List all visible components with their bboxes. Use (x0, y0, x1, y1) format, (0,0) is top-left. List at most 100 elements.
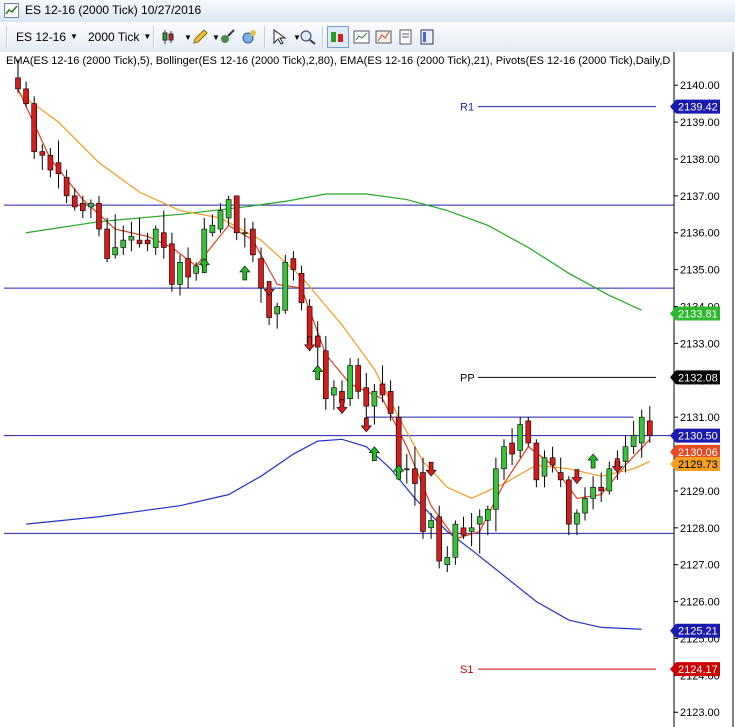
candle-body (646, 420, 653, 436)
candle-body (152, 228, 159, 248)
interval-label: 2000 Tick (88, 29, 140, 44)
candle-body (136, 239, 143, 245)
candle-body (331, 387, 337, 396)
candle-body (177, 261, 183, 285)
price-tick-label: 2127.00 (680, 560, 720, 572)
candle-body (47, 154, 54, 171)
price-tick-label: 2135.00 (680, 265, 720, 277)
price-tick-label: 2131.00 (680, 412, 720, 424)
candle-body (250, 228, 256, 256)
price-label-text: 2139.42 (678, 102, 718, 114)
candle-body (493, 468, 499, 510)
properties-icon (399, 29, 412, 45)
candle[interactable] (525, 417, 532, 447)
chart-trader-button[interactable] (327, 26, 349, 48)
candle-body (590, 486, 596, 499)
candle-body (355, 365, 362, 392)
candle-body (55, 162, 62, 175)
toolbar-separator (322, 26, 324, 48)
candle-body (379, 383, 386, 396)
price-chart[interactable]: R1PPS1 2123.002124.002125.002126.002127.… (0, 52, 735, 727)
price-label-text: 2125.21 (678, 626, 718, 638)
title-bar: ES 12-16 (2000 Tick) 10/27/2016 (0, 0, 735, 23)
price-label: 2124.17 (670, 662, 720, 677)
candle-body (290, 258, 297, 270)
candle-body (630, 435, 637, 447)
candle-body (322, 350, 329, 400)
candle[interactable] (282, 254, 289, 314)
candle-body (169, 243, 175, 285)
pencil-icon (193, 29, 208, 44)
candle-body (606, 468, 613, 492)
templates-button[interactable] (418, 27, 438, 47)
candle-body (371, 391, 378, 407)
price-tick-label: 2140.00 (680, 80, 720, 92)
price-label: 2125.21 (670, 623, 720, 638)
candle-body (233, 195, 240, 234)
price-tick-label: 2137.00 (680, 191, 720, 203)
chart-trader-icon (331, 32, 343, 42)
indicator-info-line: EMA(ES 12-16 (2000 Tick),5), Bollinger(E… (6, 55, 670, 67)
bar-type-button[interactable] (160, 27, 180, 47)
candle-body (144, 239, 151, 245)
chart-style-button[interactable] (374, 27, 394, 47)
candle-body (347, 365, 353, 400)
candle-body (412, 468, 418, 484)
price-label-text: 2130.50 (678, 431, 718, 443)
candle-body (557, 472, 564, 481)
candle-body (509, 442, 515, 455)
candle-body (460, 527, 467, 536)
candle-body (242, 232, 248, 235)
draw-button[interactable] (190, 27, 210, 47)
price-label-text: 2133.81 (678, 309, 718, 321)
candle-body (39, 151, 46, 156)
candle-body (209, 225, 216, 234)
toolbar-separator (264, 26, 266, 48)
price-label: 2129.73 (670, 457, 720, 472)
candle-body (71, 195, 78, 208)
zoom-button[interactable] (298, 27, 318, 47)
candle-body (598, 486, 605, 492)
price-label: 2133.81 (670, 306, 720, 321)
candle-body (501, 446, 507, 470)
properties-button[interactable] (396, 27, 416, 47)
price-tick-label: 2139.00 (680, 117, 720, 129)
candle[interactable] (347, 358, 353, 407)
candle-body (15, 77, 21, 90)
price-label-text: 2129.73 (678, 459, 718, 471)
price-tick-label: 2133.00 (680, 338, 720, 350)
candle-body (104, 228, 110, 259)
candle-body (428, 520, 434, 529)
candle-body (193, 265, 199, 274)
candle-body (549, 457, 556, 466)
candle-body (387, 391, 394, 414)
candle-body (217, 210, 224, 230)
indicators-icon (221, 29, 235, 43)
strategy-button[interactable] (240, 27, 260, 47)
candle-body (274, 306, 281, 315)
cursor-button[interactable] (270, 27, 290, 47)
price-tick-label: 2129.00 (680, 486, 720, 498)
interval-selector[interactable]: 2000 Tick ▼ (88, 27, 151, 46)
price-label: 2139.42 (670, 99, 720, 114)
toolbar-grip (6, 26, 8, 48)
candle-body (120, 239, 127, 248)
candle-body (63, 177, 70, 197)
pivot-label-r1: R1 (460, 102, 474, 114)
chevron-down-icon: ▼ (143, 32, 152, 41)
candle-body (533, 442, 540, 481)
candle[interactable] (31, 96, 38, 159)
instrument-selector[interactable]: ES 12-16 ▼ (16, 27, 78, 46)
candle-body (525, 420, 532, 444)
toolbar-separator (153, 26, 155, 48)
price-tick-label: 2128.00 (680, 523, 720, 535)
candle[interactable] (533, 439, 540, 488)
indicators-button[interactable] (218, 27, 238, 47)
candle-body (128, 236, 135, 241)
chart-style-icon (375, 30, 392, 44)
price-tick-label: 2138.00 (680, 154, 720, 166)
cursor-icon (273, 29, 287, 45)
candle-body (638, 416, 645, 444)
data-box-button[interactable] (352, 27, 372, 47)
candle-body (452, 523, 459, 558)
